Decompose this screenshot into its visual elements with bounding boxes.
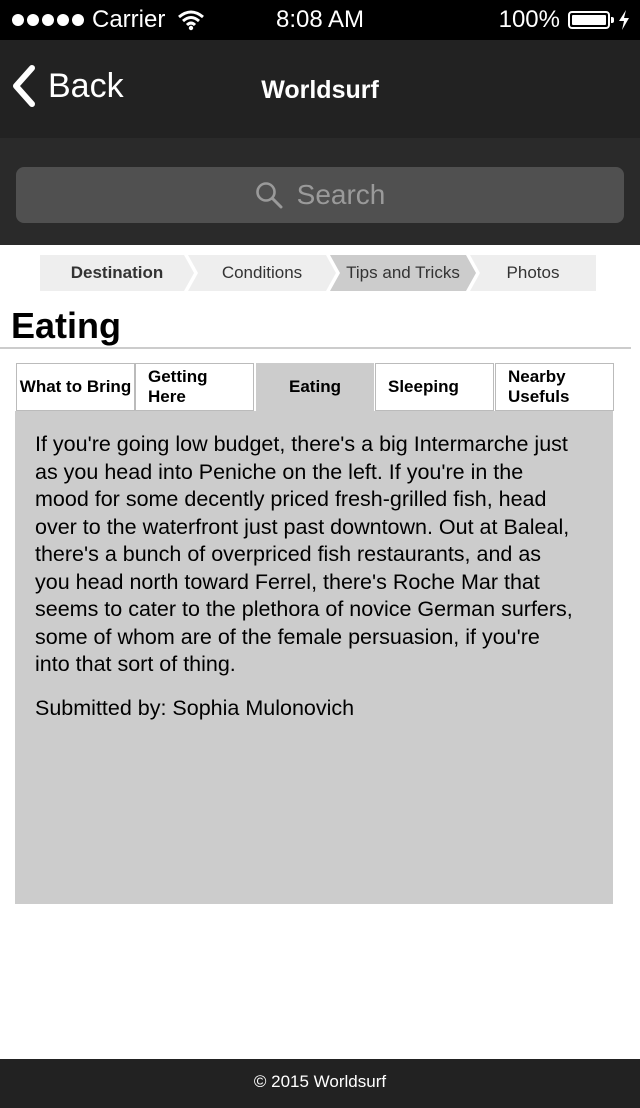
battery-status: 100% [499, 6, 630, 34]
tab-getting-here[interactable]: Getting Here [135, 363, 254, 411]
step-tips-and-tricks[interactable]: Tips and Tricks [330, 255, 476, 291]
status-bar: Carrier 8:08 AM 100% [0, 0, 640, 40]
tab-nearby-usefuls[interactable]: Nearby Usefuls [495, 363, 614, 411]
tab-what-to-bring[interactable]: What to Bring [16, 363, 135, 411]
tip-content-panel: If you're going low budget, there's a bi… [15, 411, 613, 904]
copyright-text: © 2015 Worldsurf [253, 1072, 387, 1091]
tip-tabs: What to Bring Getting Here Eating Sleepi… [16, 363, 614, 411]
page-title: Eating [11, 305, 122, 346]
app-title: Worldsurf [261, 76, 379, 104]
footer: © 2015 Worldsurf [0, 1059, 640, 1108]
section-steps: Destination Conditions Tips and Tricks P… [40, 255, 596, 291]
tab-sleeping[interactable]: Sleeping [375, 363, 494, 411]
battery-percent: 100% [498, 6, 560, 33]
title-divider [0, 347, 631, 349]
step-photos[interactable]: Photos [470, 255, 596, 291]
step-conditions[interactable]: Conditions [188, 255, 336, 291]
step-destination[interactable]: Destination [40, 255, 194, 291]
search-bar-area: Search [0, 138, 640, 245]
tab-eating[interactable]: Eating [256, 363, 374, 411]
search-icon [255, 182, 283, 209]
navigation-bar: Back Worldsurf [0, 40, 640, 138]
search-input[interactable]: Search [16, 167, 624, 223]
search-placeholder: Search [296, 179, 386, 210]
battery-icon [568, 11, 614, 29]
tip-text: If you're going low budget, there's a bi… [35, 432, 573, 676]
charging-bolt-icon [619, 10, 629, 30]
submitted-by: Submitted by: Sophia Mulonovich [35, 695, 355, 720]
